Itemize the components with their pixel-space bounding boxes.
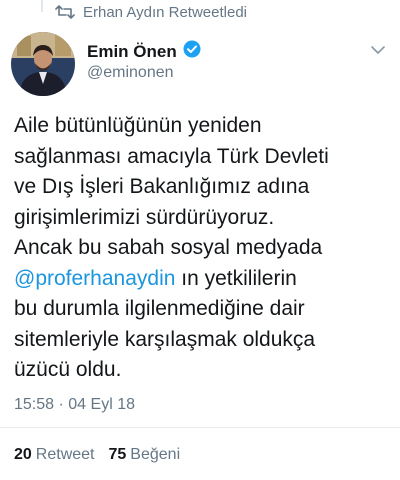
engagement-stats: 20 Retweet 75 Beğeni [14, 446, 180, 464]
verified-badge-icon [183, 40, 201, 63]
tweet-line: Aile bütünlüğünün yeniden [14, 114, 262, 137]
tweet-line: Ancak bu sabah sosyal medyada [14, 236, 323, 259]
tweet-line: girişimlerimizi sürdürüyoruz. [14, 205, 275, 229]
tweet-line: üzücü oldu. [14, 358, 122, 381]
tweet-time: 15:58 [14, 396, 55, 413]
like-stat[interactable]: 75 Beğeni [109, 446, 181, 464]
thread-connector-line [41, 0, 43, 12]
avatar[interactable] [11, 32, 75, 96]
tweet-timestamp[interactable]: 15:58 · 04 Eyl 18 [14, 396, 135, 414]
divider [0, 427, 400, 428]
like-count: 75 [108, 446, 127, 463]
retweet-context-text: Erhan Aydın Retweetledi [83, 3, 247, 21]
retweet-label: Retweet [35, 446, 95, 463]
retweet-icon [55, 5, 75, 19]
author-name[interactable]: Emin Önen [87, 42, 177, 62]
tweet-line: ın yetkililerin [181, 266, 297, 290]
author-handle[interactable]: @eminonen [87, 64, 174, 82]
chevron-down-icon[interactable] [370, 42, 386, 58]
author-row: Emin Önen [87, 40, 201, 63]
tweet-line-with-mention: @proferhanaydin ın yetkililerin [14, 264, 394, 295]
tweet-line: bu durumla ilgilenmediğine dair [14, 297, 305, 320]
retweet-context[interactable]: Erhan Aydın Retweetledi [55, 2, 247, 22]
tweet-text: Aile bütünlüğünün yeniden sağlanması ama… [14, 111, 394, 386]
tweet-date: 04 Eyl 18 [68, 396, 135, 413]
tweet-line: ve Dış İşleri Bakanlığımız adına [14, 175, 310, 198]
timestamp-separator: · [58, 396, 64, 413]
tweet-line: sağlanması amacıyla Türk Devleti [14, 144, 329, 168]
retweet-stat[interactable]: 20 Retweet [14, 446, 95, 464]
tweet-line: sitemleriyle karşılaşmak oldukça [14, 327, 316, 351]
like-label: Beğeni [130, 446, 181, 463]
retweet-count: 20 [14, 446, 32, 463]
mention-link[interactable]: @proferhanaydin [14, 267, 175, 290]
